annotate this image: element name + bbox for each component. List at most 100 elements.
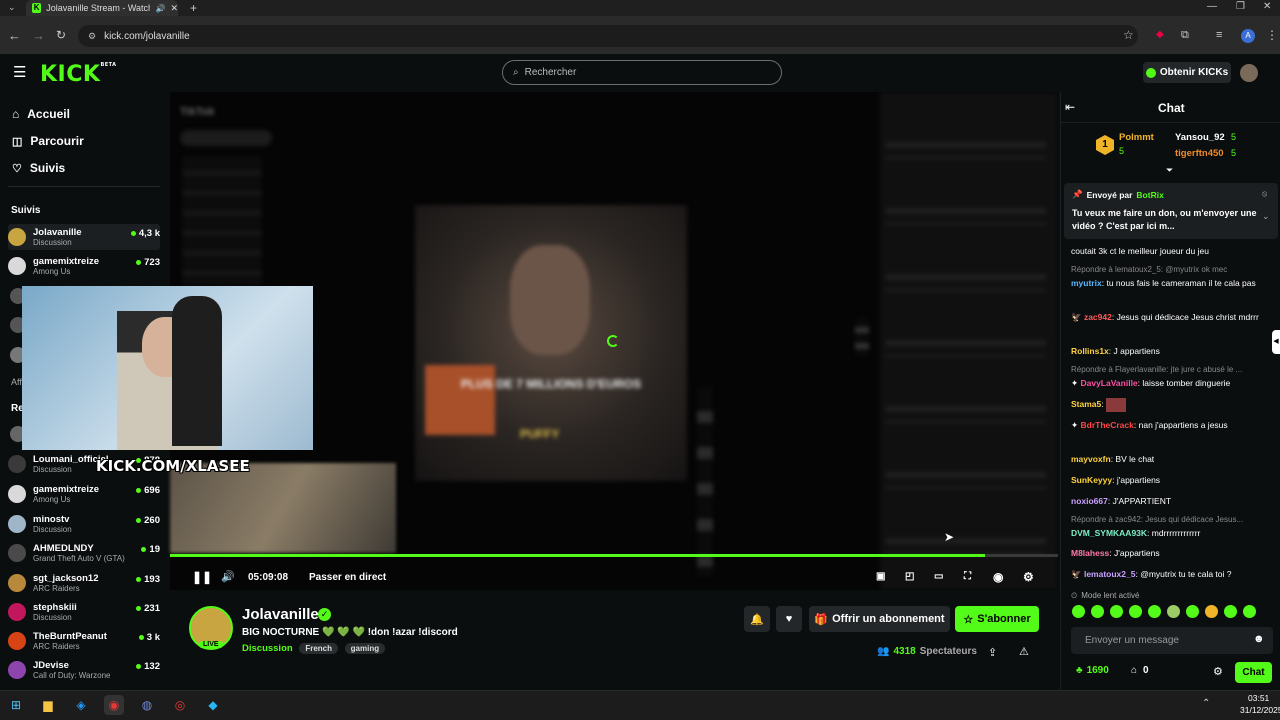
leaderboard-expand-icon[interactable]: ⏷ <box>1166 165 1173 176</box>
sidebar-channel-sgt-jackson12[interactable]: sgt_jackson12 ARC Raiders 193 <box>8 570 160 596</box>
leaderboard-top-user[interactable]: Polmmt <box>1119 132 1154 143</box>
chat-username[interactable]: BdrTheCrack <box>1080 420 1133 430</box>
theater-mode-icon[interactable]: ▭ <box>934 571 943 582</box>
chat-username[interactable]: M8lahess <box>1071 548 1109 558</box>
emote-icon[interactable] <box>1072 605 1085 618</box>
chat-settings-gear-icon[interactable]: ⚙ <box>1213 665 1223 678</box>
chevron-down-icon[interactable]: ⌄ <box>1262 211 1270 222</box>
extension-icon[interactable]: ◆ <box>1156 29 1164 40</box>
fullscreen-icon[interactable]: ⛶ <box>964 571 971 582</box>
go-live-button[interactable]: Passer en direct <box>309 572 386 583</box>
tab-close-icon[interactable]: ✕ <box>170 3 178 14</box>
share-icon[interactable]: ⇪ <box>988 646 997 659</box>
minimize-button[interactable]: — <box>1207 1 1217 12</box>
leaderboard-user-3[interactable]: tigerftn450 <box>1175 148 1224 159</box>
chat-username[interactable]: DVM_SYMKAA93K <box>1071 528 1147 538</box>
clock-date[interactable]: 31/12/2025 <box>1240 705 1280 715</box>
bookmark-star-icon[interactable]: ☆ <box>1123 28 1134 42</box>
chat-message[interactable]: 🦅 zac942: Jesus qui dédicace Jesus chris… <box>1071 310 1271 324</box>
quality-icon[interactable]: ◉ <box>993 570 1003 584</box>
window-close-button[interactable]: ✕ <box>1263 1 1271 12</box>
file-explorer-icon[interactable]: ▆ <box>38 695 58 715</box>
browser-menu-icon[interactable]: ⋮ <box>1266 28 1278 42</box>
emote-icon[interactable] <box>1205 605 1218 618</box>
nav-browse[interactable]: ◫ Parcourir <box>12 134 84 148</box>
notification-bell-button[interactable]: 🔔 <box>744 606 770 632</box>
channel-name-title[interactable]: Jolavanille <box>242 606 319 623</box>
chat-username[interactable]: DavyLaVanille <box>1080 378 1137 388</box>
chat-message[interactable]: Rollins1x: J appartiens <box>1071 344 1271 358</box>
gift-subscription-button[interactable]: 🎁 Offrir un abonnement <box>809 606 950 632</box>
reload-icon[interactable]: ↻ <box>56 28 66 42</box>
emote-icon[interactable] <box>1091 605 1104 618</box>
chat-reply-reference[interactable]: Répondre à lematoux2_5: @myutrix ok mec <box>1071 265 1271 274</box>
new-tab-button[interactable]: + <box>190 1 197 15</box>
tag-french[interactable]: French <box>299 643 338 654</box>
tab-list-icon[interactable]: ⌄ <box>8 2 16 13</box>
clip-icon[interactable]: ▣ <box>876 571 885 582</box>
emote-icon[interactable] <box>1148 605 1161 618</box>
chat-username[interactable]: SunKeyyy <box>1071 475 1112 485</box>
chat-username[interactable]: mayvoxfn <box>1071 454 1111 464</box>
emote-icon[interactable] <box>1129 605 1142 618</box>
chat-username[interactable]: noxio667 <box>1071 496 1108 506</box>
tag-gaming[interactable]: gaming <box>344 643 386 654</box>
chat-message[interactable]: mayvoxfn: BV le chat <box>1071 452 1271 466</box>
sidebar-channel-stephskiii[interactable]: stephskiii Discussion 231 <box>8 599 160 625</box>
nav-home[interactable]: ⌂ Accueil <box>12 107 70 121</box>
chat-message[interactable]: ✦ BdrTheCrack: nan j'appartiens a jesus <box>1071 418 1271 432</box>
clock-time[interactable]: 03:51 <box>1248 693 1269 703</box>
subscribe-button[interactable]: ☆ S'abonner <box>955 606 1039 632</box>
chat-message[interactable]: ✦ DavyLaVanille: laisse tomber dinguerie <box>1071 376 1271 390</box>
emote-icon[interactable] <box>1110 605 1123 618</box>
chat-message[interactable]: M8lahess: J'appartiens <box>1071 546 1271 560</box>
settings-gear-icon[interactable]: ⚙ <box>1023 570 1034 584</box>
unpin-icon[interactable]: ⦸ <box>1262 189 1267 199</box>
pinned-message[interactable]: 📌 Envoyé par BotRix Tu veux me faire un … <box>1064 183 1278 239</box>
browser-tab[interactable]: K Jolavanille Stream - Watch 🔊 ✕ <box>26 0 178 16</box>
mini-player-icon[interactable]: ◰ <box>905 571 914 582</box>
hamburger-menu-icon[interactable]: ☰ <box>13 63 26 81</box>
chat-username[interactable]: lematoux2_5 <box>1084 569 1136 579</box>
kick-logo[interactable]: KICKBETA <box>40 62 117 87</box>
gift-count[interactable]: ⌂ 0 <box>1131 665 1149 676</box>
follow-heart-button[interactable]: ♥ <box>776 606 802 632</box>
report-warning-icon[interactable]: ⚠ <box>1019 645 1029 658</box>
get-kicks-button[interactable]: Obtenir KICKs <box>1143 62 1231 83</box>
stream-category[interactable]: Discussion <box>242 643 293 654</box>
sidebar-channel-jolavanille[interactable]: Jolavanille Discussion 4,3 k <box>8 224 160 250</box>
leaderboard-user-2[interactable]: Yansou_92 <box>1175 132 1225 143</box>
volume-icon[interactable]: 🔊 <box>221 570 235 583</box>
discord-icon[interactable]: ◍ <box>137 695 157 715</box>
chat-reply-reference[interactable]: Répondre à zac942: Jesus qui dédicace Je… <box>1071 515 1271 524</box>
app-icon[interactable]: ◆ <box>203 695 223 715</box>
emote-icon[interactable] <box>1186 605 1199 618</box>
tray-chevron-icon[interactable]: ⌃ <box>1202 698 1210 709</box>
chat-reply-reference[interactable]: Répondre à Flayerlavanille: jte jure c a… <box>1071 365 1271 374</box>
obs-recorder-icon[interactable]: ◎ <box>170 695 190 715</box>
site-info-icon[interactable]: ⚙ <box>88 31 96 42</box>
emote-icon[interactable] <box>1167 605 1180 618</box>
forward-arrow-icon[interactable]: → <box>32 28 45 43</box>
sidebar-channel-gamemixtreize-2[interactable]: gamemixtreize Among Us 696 <box>8 481 160 507</box>
send-chat-button[interactable]: Chat <box>1235 662 1272 683</box>
chat-expand-handle[interactable]: ◀ <box>1272 330 1280 354</box>
sidebar-channel-ahmedlndy[interactable]: AHMEDLNDY Grand Theft Auto V (GTA) 19 <box>8 540 160 566</box>
chat-message[interactable]: 🦅 lematoux2_5: @myutrix tu te cala toi ? <box>1071 567 1271 581</box>
sidebar-channel-minostv[interactable]: minostv Discussion 260 <box>8 511 160 537</box>
sidebar-channel-theburntpeanut[interactable]: TheBurntPeanut ARC Raiders 3 k <box>8 628 160 654</box>
user-avatar[interactable] <box>1240 64 1258 82</box>
chat-message[interactable]: Stama5: <box>1071 397 1271 412</box>
chat-message[interactable]: DVM_SYMKAA93K: mdrrrrrrrrrrrrr <box>1071 526 1271 540</box>
pause-icon[interactable]: ❚❚ <box>192 570 212 584</box>
chat-message[interactable]: SunKeyyy: j'appartiens <box>1071 473 1271 487</box>
emoji-picker-icon[interactable]: ☻ <box>1253 633 1265 645</box>
chat-username[interactable]: myutrix <box>1071 278 1102 288</box>
chat-username[interactable]: Stama5 <box>1071 399 1101 409</box>
nav-following[interactable]: ♡ Suivis <box>12 161 65 175</box>
sidebar-channel-jdevise[interactable]: JDevise Call of Duty: Warzone 132 <box>8 657 160 683</box>
emote-icon[interactable] <box>1243 605 1256 618</box>
sidebar-channel-gamemixtreize[interactable]: gamemixtreize Among Us 723 <box>8 253 160 279</box>
chat-message[interactable]: noxio667: J'APPARTIENT <box>1071 494 1271 508</box>
back-arrow-icon[interactable]: ← <box>8 28 21 43</box>
